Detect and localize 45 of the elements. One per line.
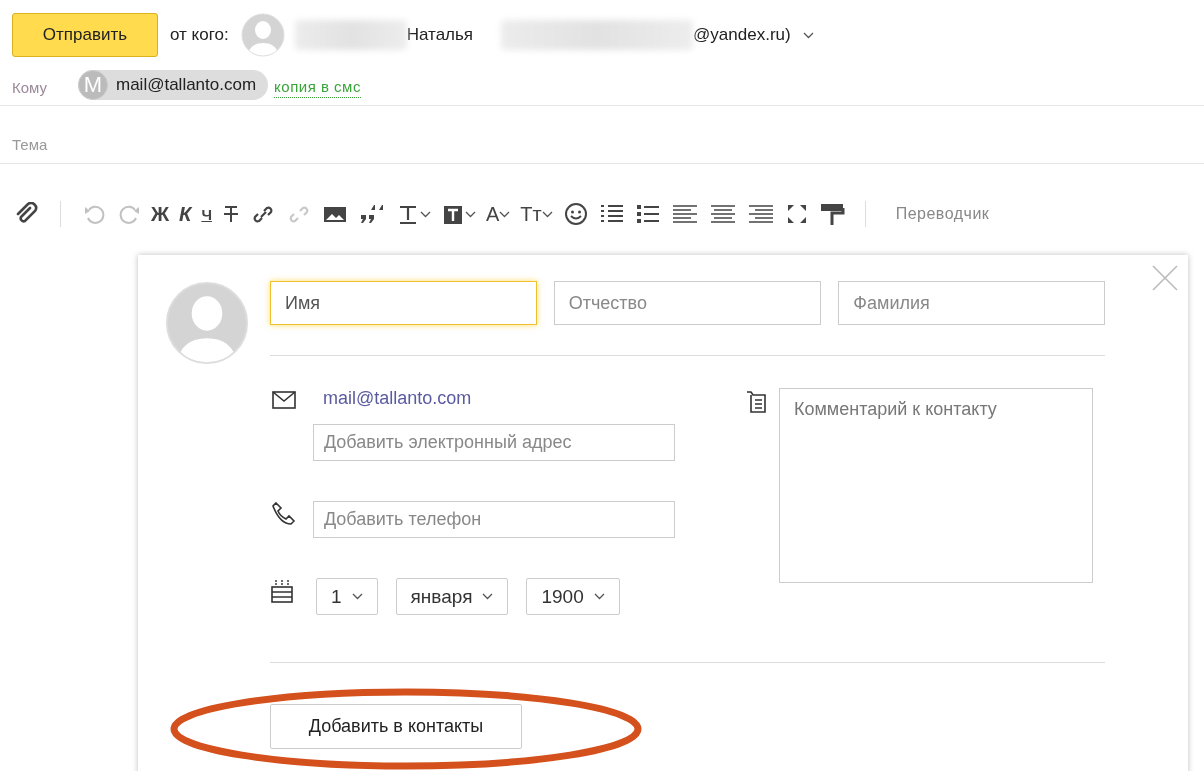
name-field[interactable]: Отчество: [553, 281, 822, 325]
caret-icon: [419, 210, 431, 218]
add-to-contacts-button[interactable]: Добавить в контакты: [270, 704, 522, 749]
contact-avatar-icon: [165, 281, 249, 365]
bold-button[interactable]: Ж: [151, 202, 170, 226]
caret-icon: [499, 210, 511, 218]
name-field[interactable]: Фамилия: [838, 281, 1105, 325]
contact-email: mail@tallanto.com: [323, 388, 472, 409]
phone-icon: [270, 501, 296, 527]
paperclip-icon[interactable]: [14, 202, 40, 226]
align-right-icon[interactable]: [746, 202, 775, 226]
caret-icon: [541, 210, 553, 218]
comment-field[interactable]: Комментарий к контакту: [779, 388, 1093, 583]
email-field[interactable]: Добавить электронный адрес: [312, 424, 675, 461]
caret-icon: [464, 210, 476, 218]
day-select[interactable]: 1: [316, 578, 378, 615]
caret-icon: [593, 593, 605, 600]
send-button[interactable]: Отправить: [12, 13, 158, 57]
note-icon: [745, 390, 767, 414]
envelope-icon: [272, 391, 296, 409]
sender-email: @yandex.ru): [693, 25, 791, 45]
avatar-icon: [240, 13, 285, 57]
subject-label: Тема: [12, 136, 48, 153]
align-left-icon[interactable]: [670, 202, 699, 226]
italic-button[interactable]: К: [179, 202, 192, 226]
caret-icon: [351, 593, 363, 600]
paint-roller-icon[interactable]: [818, 202, 845, 226]
translator-link[interactable]: Переводчик: [895, 205, 990, 223]
underline-button[interactable]: Ч: [201, 205, 212, 223]
year-select[interactable]: 1900: [526, 578, 620, 615]
from-label: от кого:: [170, 25, 229, 45]
dropdown-caret-icon: [802, 31, 814, 39]
bulleted-list-icon[interactable]: [634, 202, 661, 226]
cake-icon: [270, 578, 294, 604]
recipient-chip[interactable]: M mail@tallanto.com: [78, 70, 269, 100]
smiley-icon[interactable]: [562, 202, 589, 226]
name-field[interactable]: Имя: [270, 281, 537, 325]
sender-name: Наталья: [406, 25, 474, 45]
to-label: Кому: [12, 78, 49, 96]
month-select[interactable]: января: [395, 578, 509, 615]
caret-icon: [482, 593, 494, 600]
align-center-icon[interactable]: [708, 202, 737, 226]
phone-field[interactable]: Добавить телефон: [312, 501, 675, 538]
font-size-button[interactable]: Tт: [520, 202, 542, 226]
font-button[interactable]: A: [485, 202, 500, 226]
